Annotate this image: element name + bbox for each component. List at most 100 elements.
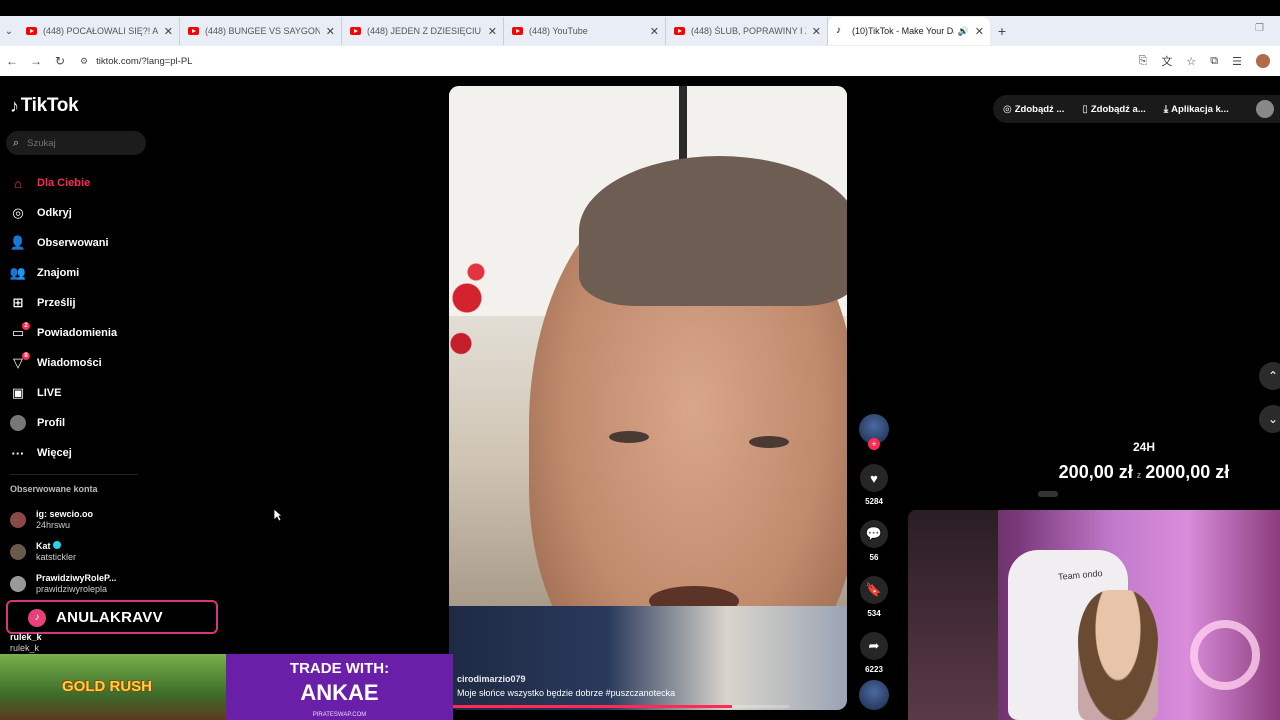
get-coins-button[interactable]: ◎ Zdobądź ... bbox=[1003, 104, 1064, 115]
sidebar-item-odkryj[interactable]: ◎ Odkryj bbox=[10, 198, 140, 228]
tab-3[interactable]: (448) JEDEN Z DZIESIĘCIU INFL ✕ bbox=[342, 17, 504, 45]
comment-button[interactable]: 💬 bbox=[860, 520, 888, 548]
tab-2[interactable]: (448) BUNGEE VS SAYGON PRA ✕ bbox=[180, 17, 342, 45]
followed-account[interactable]: PrawidziwyRoleP... prawidziwyrolepla bbox=[10, 568, 116, 600]
trade-line-1: TRADE WITH: bbox=[289, 660, 390, 677]
reload-icon[interactable]: ↻ bbox=[48, 54, 72, 68]
followed-account[interactable]: ig: sewcio.oo 24hrswu bbox=[10, 504, 116, 536]
close-tab-icon[interactable]: ✕ bbox=[650, 25, 659, 38]
music-disc-avatar[interactable] bbox=[859, 680, 889, 710]
video-progress-bar[interactable] bbox=[453, 705, 789, 708]
followed-account[interactable]: rulek_k rulek_k bbox=[10, 632, 42, 654]
sidebar-item-label: Więcej bbox=[37, 447, 72, 459]
translate-icon[interactable]: 文 bbox=[1161, 53, 1172, 69]
goal-progress-bar bbox=[1038, 491, 1058, 497]
avatar bbox=[10, 544, 26, 560]
coin-icon: ◎ bbox=[1003, 103, 1012, 115]
tab-5[interactable]: (448) ŚLUB, POPRAWINY I ZMI ✕ bbox=[666, 17, 828, 45]
tab-search-chevron-icon[interactable]: ⌄ bbox=[0, 26, 18, 37]
sidebar-item-obserwowani[interactable]: 👤 Obserwowani bbox=[10, 228, 140, 258]
sidebar-item-label: Powiadomienia bbox=[37, 327, 118, 339]
next-video-button[interactable]: ⌄ bbox=[1259, 405, 1280, 433]
share-button[interactable]: ➦ bbox=[860, 632, 888, 660]
save-count: 534 bbox=[867, 609, 881, 618]
restore-window-icon[interactable]: ❐ bbox=[1255, 23, 1264, 34]
install-app-icon[interactable]: ⎘ bbox=[1139, 55, 1148, 68]
close-tab-icon[interactable]: ✕ bbox=[164, 25, 173, 38]
site-settings-icon[interactable]: ⚙ bbox=[80, 56, 88, 67]
tiktok-icon: ♪ bbox=[28, 609, 46, 627]
follow-plus-icon[interactable]: + bbox=[868, 438, 880, 450]
gold-rush-ad: GOLD RUSH bbox=[0, 654, 226, 720]
sidebar-item-przeslij[interactable]: ⊞ Prześlij bbox=[10, 288, 140, 318]
sidebar-item-powiadomienia[interactable]: ▭ 2 Powiadomienia bbox=[10, 318, 140, 348]
heart-icon: ♥ bbox=[870, 470, 878, 486]
url-field[interactable]: ⚙ tiktok.com/?lang=pl-PL bbox=[80, 56, 192, 67]
tab-1[interactable]: (448) POCAŁOWALI SIĘ?! AFER ✕ bbox=[18, 17, 180, 45]
tab-label: (448) JEDEN Z DZIESIĘCIU INFL bbox=[367, 26, 482, 36]
new-tab-button[interactable]: + bbox=[990, 23, 1014, 39]
tab-label: (448) BUNGEE VS SAYGON PRA bbox=[205, 26, 320, 36]
webcam-shelf bbox=[908, 510, 998, 720]
video-actions: + ♥ 5284 💬 56 🔖 534 ➦ 6223 bbox=[857, 414, 891, 674]
sidebar-item-znajomi[interactable]: 👥 Znajomi bbox=[10, 258, 140, 288]
notification-badge: 2 bbox=[22, 322, 30, 330]
close-tab-icon[interactable]: ✕ bbox=[812, 25, 821, 38]
account-name: PrawidziwyRoleP... bbox=[36, 573, 117, 583]
tab-6-active[interactable]: ♪ (10)TikTok - Make Your Day 🔊 ✕ bbox=[828, 17, 990, 45]
sidebar-item-dla-ciebie[interactable]: ⌂ Dla Ciebie bbox=[10, 168, 140, 198]
extensions-icon[interactable]: ⧉ bbox=[1210, 55, 1218, 68]
sidebar-item-label: LIVE bbox=[37, 387, 62, 399]
desktop-app-button[interactable]: ⤓ Aplikacja k... bbox=[1164, 104, 1229, 115]
sidebar-nav: ⌂ Dla Ciebie ◎ Odkryj 👤 Obserwowani 👥 Zn… bbox=[10, 168, 140, 468]
tiktok-logo[interactable]: ♪ TikTok bbox=[10, 95, 79, 117]
bookmark-star-icon[interactable]: ☆ bbox=[1186, 55, 1196, 68]
forward-icon[interactable]: → bbox=[24, 54, 48, 68]
user-profile-avatar[interactable] bbox=[1256, 100, 1274, 118]
game-title: GOLD RUSH bbox=[62, 678, 152, 695]
search-box[interactable]: ⌕ bbox=[6, 131, 146, 155]
sidebar-item-wiadomosci[interactable]: ▽ 8 Wiadomości bbox=[10, 348, 140, 378]
tiktok-note-icon: ♪ bbox=[10, 95, 19, 116]
video-flowers bbox=[449, 246, 509, 376]
sidebar-item-live[interactable]: ▣ LIVE bbox=[10, 378, 140, 408]
goal-target: 2000,00 zł bbox=[1145, 462, 1230, 482]
previous-video-button[interactable]: ⌃ bbox=[1259, 362, 1280, 390]
sidebar-item-profil[interactable]: Profil bbox=[10, 408, 140, 438]
sidebar-item-wiecej[interactable]: ··· Więcej bbox=[10, 438, 140, 468]
youtube-icon bbox=[350, 27, 361, 35]
like-button[interactable]: ♥ bbox=[860, 464, 888, 492]
account-name: rulek_k bbox=[10, 632, 42, 642]
search-input[interactable] bbox=[27, 137, 128, 149]
close-tab-icon[interactable]: ✕ bbox=[975, 25, 984, 38]
video-player[interactable]: cirodimarzio079 Moje słońce wszystko będ… bbox=[449, 86, 847, 710]
video-author[interactable]: cirodimarzio079 bbox=[457, 674, 675, 684]
creator-avatar[interactable]: + bbox=[859, 414, 889, 450]
close-tab-icon[interactable]: ✕ bbox=[488, 25, 497, 38]
close-tab-icon[interactable]: ✕ bbox=[326, 25, 335, 38]
followed-account[interactable]: Kat katstickler bbox=[10, 536, 116, 568]
avatar bbox=[10, 576, 26, 592]
tiktok-icon: ♪ bbox=[836, 25, 841, 36]
webcam-person bbox=[1078, 590, 1158, 720]
trade-ad: TRADE WITH: ANKAE PIRATESWAP.COM bbox=[226, 654, 453, 720]
get-app-button[interactable]: ▯ Zdobądź a... bbox=[1082, 104, 1145, 115]
button-label: Zdobądź a... bbox=[1090, 103, 1146, 115]
browser-profile-avatar[interactable] bbox=[1256, 54, 1270, 68]
tab-menu-icon[interactable]: ☰ bbox=[1232, 55, 1242, 68]
trade-site: PIRATESWAP.COM bbox=[312, 712, 367, 718]
streamer-name-overlay: ♪ ANULAKRAVV bbox=[6, 600, 218, 634]
video-caption: cirodimarzio079 Moje słońce wszystko będ… bbox=[457, 674, 675, 698]
youtube-icon bbox=[674, 27, 685, 35]
save-button[interactable]: 🔖 bbox=[860, 576, 888, 604]
share-icon: ➦ bbox=[868, 638, 880, 653]
speaker-icon[interactable]: 🔊 bbox=[958, 26, 969, 37]
sidebar-item-label: Profil bbox=[37, 417, 66, 429]
account-name: ig: sewcio.oo bbox=[36, 509, 94, 519]
goal-current: 200,00 zł bbox=[1058, 462, 1133, 482]
tab-4[interactable]: (448) YouTube ✕ bbox=[504, 17, 666, 45]
back-icon[interactable]: ← bbox=[0, 54, 24, 68]
youtube-icon bbox=[26, 27, 37, 35]
sidebar-item-label: Dla Ciebie bbox=[37, 177, 91, 189]
header-buttons: ◎ Zdobądź ... ▯ Zdobądź a... ⤓ Aplikacja k.… bbox=[993, 95, 1280, 123]
